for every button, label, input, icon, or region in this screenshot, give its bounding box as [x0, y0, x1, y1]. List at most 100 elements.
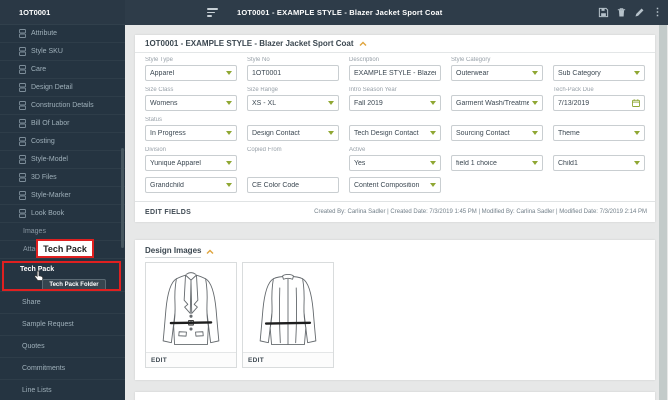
sidebar-item-attribute[interactable]: Attribute — [0, 25, 125, 43]
more-options-icon[interactable]: ⋮ — [652, 7, 663, 18]
sourcing-contact-select[interactable]: Sourcing Contact — [451, 125, 543, 141]
sidebar-item-line-lists[interactable]: Line Lists — [0, 380, 125, 400]
style-type-select[interactable]: Apparel — [145, 65, 237, 81]
topbar: 1OT0001 - EXAMPLE STYLE - Blazer Jacket … — [125, 0, 668, 25]
sidebar-item-style-model[interactable]: Style-Model — [0, 151, 125, 169]
field-value: In Progress — [150, 129, 186, 137]
field-style-category: Style Category Outerwear — [451, 57, 543, 81]
sidebar-item-share[interactable]: Share — [0, 292, 125, 314]
active-select[interactable]: Yes — [349, 155, 441, 171]
chevron-down-icon — [532, 161, 538, 165]
size-range-select[interactable]: XS - XL — [247, 95, 339, 111]
content-composition-select[interactable]: Content Composition — [349, 177, 441, 193]
tech-pack-due-date-input[interactable]: 7/13/2019 — [553, 95, 645, 111]
sidebar-item-label: Look Book — [31, 210, 65, 217]
ce-color-code-text-input[interactable]: CE Color Code — [247, 177, 339, 193]
sidebar-item-label: Style SKU — [31, 48, 63, 55]
save-icon[interactable] — [598, 7, 609, 18]
field-value: Sub Category — [558, 69, 601, 77]
field-intro-season-year: Intro Season Year Fall 2019 — [349, 87, 441, 111]
collapse-chevron-icon[interactable] — [206, 249, 214, 255]
blazer-back-sketch — [243, 263, 333, 353]
topbar-actions: ⋮ — [598, 0, 663, 25]
delete-icon[interactable] — [616, 7, 627, 18]
sidebar-item-care[interactable]: Care — [0, 61, 125, 79]
style-no-text-input[interactable]: 1OT0001 — [247, 65, 339, 81]
style-panel-title: 1OT0001 - EXAMPLE STYLE - Blazer Jacket … — [145, 39, 354, 48]
field-value: Child1 — [558, 159, 578, 167]
field-label — [553, 57, 645, 63]
sidebar-item-label: 3D Files — [31, 174, 57, 181]
sort-lines-icon[interactable] — [207, 8, 219, 19]
field-label — [451, 117, 543, 123]
field-grandchild: Grandchild — [145, 177, 237, 193]
sidebar: 1OT0001 Attribute Style SKU Care Design Det… — [0, 0, 125, 400]
child1-select[interactable]: Child1 — [553, 155, 645, 171]
description-text-input[interactable]: EXAMPLE STYLE - Blazer Jacke — [349, 65, 441, 81]
field-sub-category: Sub Category — [553, 57, 645, 81]
form-icon — [19, 47, 26, 56]
field-1-choice-select[interactable]: field 1 choice — [451, 155, 543, 171]
form-icon — [19, 83, 26, 92]
field-value: Yunique Apparel — [150, 159, 201, 167]
field-copied-from: Copied From — [247, 147, 339, 171]
garment-wash-treatment-select[interactable]: Garment Wash/Treatment — [451, 95, 543, 111]
tech-design-contact-select[interactable]: Tech Design Contact — [349, 125, 441, 141]
field-active: Active Yes — [349, 147, 441, 171]
design-image-card[interactable]: EDIT — [242, 262, 334, 368]
form-icon — [19, 155, 26, 164]
chevron-down-icon — [430, 131, 436, 135]
sidebar-item-bill-of-labor[interactable]: Bill Of Labor — [0, 115, 125, 133]
sidebar-item-tech-pack[interactable]: Tech Pack Tech Pack Folder — [0, 259, 125, 292]
chevron-down-icon — [226, 101, 232, 105]
sidebar-item-sample-request[interactable]: Sample Request — [0, 314, 125, 336]
calendar-icon — [632, 99, 640, 107]
sidebar-item-style-marker[interactable]: Style-Marker — [0, 187, 125, 205]
field-field-1-choice: field 1 choice — [451, 147, 543, 171]
edit-fields-button[interactable]: EDIT FIELDS — [145, 209, 191, 216]
grandchild-select[interactable]: Grandchild — [145, 177, 237, 193]
design-image-cards: EDIT EDIT — [135, 260, 655, 368]
sidebar-item-3d-files[interactable]: 3D Files — [0, 169, 125, 187]
sidebar-item-label: Style-Model — [31, 156, 68, 163]
style-category-select[interactable]: Outerwear — [451, 65, 543, 81]
design-contact-select[interactable]: Design Contact — [247, 125, 339, 141]
field-size-class: Size Class Womens — [145, 87, 237, 111]
chevron-down-icon — [634, 131, 640, 135]
card-edit-button[interactable]: EDIT — [151, 357, 167, 364]
field-sourcing-contact: Sourcing Contact — [451, 117, 543, 141]
division-select[interactable]: Yunique Apparel — [145, 155, 237, 171]
size-class-select[interactable]: Womens — [145, 95, 237, 111]
field-label: Size Range — [247, 87, 279, 93]
sidebar-scrollbar[interactable] — [121, 148, 124, 248]
page-scrollbar[interactable] — [659, 25, 667, 400]
intro-season-year-select[interactable]: Fall 2019 — [349, 95, 441, 111]
chevron-down-icon — [226, 131, 232, 135]
sidebar-item-construction-details[interactable]: Construction Details — [0, 97, 125, 115]
sidebar-item-style-sku[interactable]: Style SKU — [0, 43, 125, 61]
field-value: Content Composition — [354, 181, 420, 189]
form-icon — [19, 173, 26, 182]
field-value: Sourcing Contact — [456, 129, 510, 137]
chevron-down-icon — [532, 101, 538, 105]
form-icon — [19, 209, 26, 218]
field-label: Status — [145, 117, 163, 123]
sidebar-item-commitments[interactable]: Commitments — [0, 358, 125, 380]
form-icon — [19, 65, 26, 74]
collapse-chevron-icon[interactable] — [359, 41, 367, 47]
card-edit-button[interactable]: EDIT — [248, 357, 264, 364]
page-title: 1OT0001 - EXAMPLE STYLE - Blazer Jacket … — [237, 8, 443, 17]
design-image-card[interactable]: EDIT — [145, 262, 237, 368]
field-size-range: Size Range XS - XL — [247, 87, 339, 111]
field-value: Apparel — [150, 69, 175, 77]
sidebar-item-costing[interactable]: Costing — [0, 133, 125, 151]
sidebar-item-quotes[interactable]: Quotes — [0, 336, 125, 358]
theme-select[interactable]: Theme — [553, 125, 645, 141]
sidebar-item-look-book[interactable]: Look Book — [0, 205, 125, 223]
status-select[interactable]: In Progress — [145, 125, 237, 141]
style-details-panel: 1OT0001 - EXAMPLE STYLE - Blazer Jacket … — [135, 35, 655, 222]
sub-category-select[interactable]: Sub Category — [553, 65, 645, 81]
field-value: 7/13/2019 — [558, 99, 590, 107]
edit-icon[interactable] — [634, 7, 645, 18]
sidebar-item-design-detail[interactable]: Design Detail — [0, 79, 125, 97]
